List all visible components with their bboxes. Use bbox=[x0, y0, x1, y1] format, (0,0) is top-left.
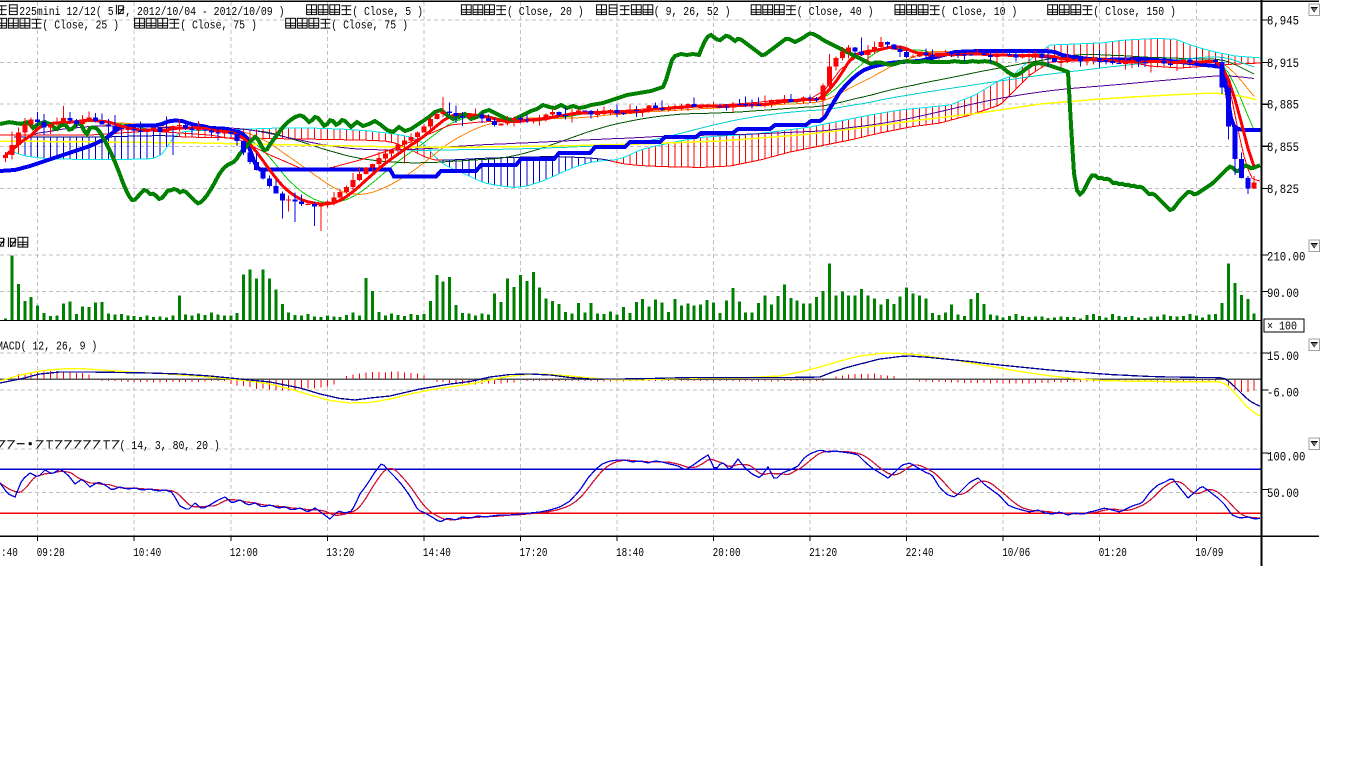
svg-text:8,825: 8,825 bbox=[1267, 183, 1299, 197]
svg-text:12:00: 12:00 bbox=[230, 547, 258, 560]
svg-text:10/06: 10/06 bbox=[1002, 547, 1030, 560]
svg-text:01:20: 01:20 bbox=[1099, 547, 1127, 560]
svg-text:( Close, 20 ): ( Close, 20 ) bbox=[507, 5, 584, 19]
svg-text:8,945: 8,945 bbox=[1267, 15, 1299, 29]
svg-text:22:40: 22:40 bbox=[906, 547, 934, 560]
svg-text:( 14, 3, 80, 20 ): ( 14, 3, 80, 20 ) bbox=[120, 439, 220, 453]
svg-text:× 100: × 100 bbox=[1267, 321, 1297, 334]
svg-text:8,885: 8,885 bbox=[1267, 99, 1299, 113]
svg-text:09:20: 09:20 bbox=[37, 547, 65, 560]
svg-text:( Close, 25 ): ( Close, 25 ) bbox=[42, 19, 119, 33]
svg-text:13:20: 13:20 bbox=[326, 547, 354, 560]
svg-text:100.00: 100.00 bbox=[1267, 451, 1305, 465]
svg-text:15.00: 15.00 bbox=[1267, 350, 1299, 364]
svg-text:21:20: 21:20 bbox=[809, 547, 837, 560]
svg-text:50.00: 50.00 bbox=[1267, 487, 1299, 501]
svg-text:( Close, 10 ): ( Close, 10 ) bbox=[941, 5, 1018, 19]
svg-text:-6.00: -6.00 bbox=[1267, 387, 1299, 401]
svg-text:14:40: 14:40 bbox=[423, 547, 451, 560]
svg-text:( Close, 75 ): ( Close, 75 ) bbox=[180, 19, 257, 33]
svg-text:18:40: 18:40 bbox=[616, 547, 644, 560]
svg-text:210.00: 210.00 bbox=[1267, 251, 1305, 265]
svg-text:8,915: 8,915 bbox=[1267, 57, 1299, 71]
svg-text:225mini 12/12( 5: 225mini 12/12( 5 bbox=[19, 5, 113, 19]
svg-text:, 2012/10/04 - 2012/10/09 ): , 2012/10/04 - 2012/10/09 ) bbox=[125, 5, 284, 19]
svg-text:10/09: 10/09 bbox=[1195, 547, 1223, 560]
svg-text:( 9, 26, 52 ): ( 9, 26, 52 ) bbox=[654, 5, 731, 19]
svg-text:10:40: 10:40 bbox=[133, 547, 161, 560]
svg-text:17:20: 17:20 bbox=[520, 547, 548, 560]
svg-text:90.00: 90.00 bbox=[1267, 287, 1299, 301]
svg-text:8,855: 8,855 bbox=[1267, 141, 1299, 155]
svg-text:( Close, 5 ): ( Close, 5 ) bbox=[352, 5, 423, 19]
svg-text:( Close, 40 ): ( Close, 40 ) bbox=[797, 5, 874, 19]
svg-text:( Close, 150 ): ( Close, 150 ) bbox=[1093, 5, 1176, 19]
svg-text::40: :40 bbox=[1, 547, 18, 560]
svg-text:MACD( 12, 26, 9 ): MACD( 12, 26, 9 ) bbox=[0, 340, 97, 354]
svg-text:( Close, 75 ): ( Close, 75 ) bbox=[331, 19, 408, 33]
svg-text:20:00: 20:00 bbox=[713, 547, 741, 560]
